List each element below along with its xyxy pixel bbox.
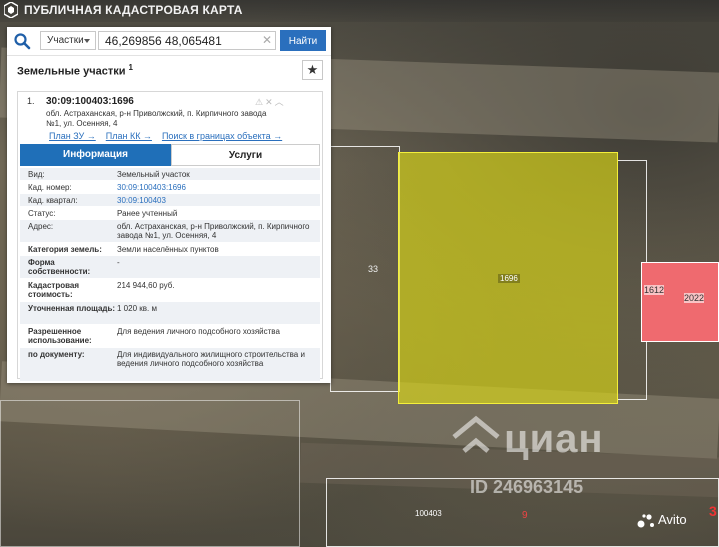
result-index: 1. [27, 96, 35, 106]
chevron-down-icon [84, 39, 90, 43]
close-icon[interactable]: ✕ [265, 97, 275, 107]
info-key: Уточненная площадь: [28, 304, 116, 313]
search-icon[interactable] [13, 32, 31, 50]
info-row: Разрешенное использование: Для ведения ли… [20, 325, 320, 348]
info-value[interactable]: 30:09:100403:1696 [117, 183, 317, 192]
cian-brand: циан [504, 417, 604, 461]
parcel-label: 1696 [498, 274, 520, 283]
info-key: Форма собственности: [28, 258, 91, 276]
result-actions: ⚠✕︿ [255, 95, 286, 108]
red-mark: 3 [709, 503, 717, 519]
info-key: Кад. номер: [28, 183, 72, 192]
star-icon: ★ [306, 62, 319, 77]
parcel-outline[interactable] [330, 146, 400, 392]
result-address: обл. Астраханская, р-н Приволжский, п. К… [46, 109, 267, 128]
result-cad-number[interactable]: 30:09:100403:1696 [46, 96, 134, 107]
cian-logo-icon [452, 415, 500, 453]
info-row: Вид: Земельный участок [20, 168, 320, 181]
section-count: 1 [128, 63, 133, 72]
app-header: ПУБЛИЧНАЯ КАДАСТРОВАЯ КАРТА [0, 0, 719, 22]
parcel-label: 33 [368, 264, 379, 274]
parcel-label: 2022 [684, 293, 705, 303]
info-key: Категория земель: [28, 245, 102, 254]
info-key: Статус: [28, 209, 56, 218]
avito-watermark: Avito [636, 511, 708, 529]
parcel-label: 1612 [644, 285, 665, 295]
info-value: - [117, 258, 120, 267]
cian-listing-id: ID 246963145 [470, 477, 584, 497]
section-title-text: Земельные участки [17, 65, 126, 78]
info-key: по документу: [28, 350, 85, 359]
info-row: Кад. квартал: 30:09:100403 [20, 194, 320, 207]
find-button[interactable]: Найти [280, 30, 326, 51]
avito-brand: Avito [658, 512, 687, 527]
search-type-select[interactable]: Участки [40, 31, 96, 50]
info-key: Вид: [28, 170, 45, 179]
info-key: Кадастровая стоимость: [28, 281, 80, 299]
parcel-label: 100403 [415, 509, 442, 518]
info-value: 214 944,60 руб. [117, 281, 175, 290]
info-row: Категория земель: Земли населённых пункто… [20, 243, 320, 256]
clear-icon[interactable]: ✕ [262, 33, 272, 47]
plan-kk-link[interactable]: План КК → [106, 131, 152, 141]
result-card: 1. 30:09:100403:1696 обл. Астраханская, … [17, 91, 323, 382]
info-key: Адрес: [28, 222, 54, 231]
info-value: Земельный участок [117, 170, 190, 179]
search-input[interactable] [98, 31, 276, 50]
favorite-button[interactable]: ★ [302, 60, 323, 80]
info-key: Разрешенное использование: [28, 327, 92, 345]
info-table: Вид: Земельный участок Кад. номер: 30:09:10… [20, 168, 320, 382]
parcel-label: 9 [522, 510, 528, 521]
info-value: Земли населённых пунктов [117, 245, 219, 254]
avito-logo-icon [637, 514, 654, 528]
info-row: Уточненная площадь: 1 020 кв. м [20, 302, 320, 325]
tab-information[interactable]: Информация [20, 144, 171, 166]
plan-zu-link[interactable]: План ЗУ → [49, 131, 96, 141]
result-tabs: Информация Услуги [20, 144, 320, 166]
chevron-up-icon[interactable]: ︿ [275, 97, 286, 107]
info-key: Кад. квартал: [28, 196, 78, 205]
info-row: Статус: Ранее учтенный [20, 207, 320, 220]
tab-services[interactable]: Услуги [171, 144, 320, 166]
info-row: по документу: Для индивидуального жилищно… [20, 348, 320, 382]
info-row: Кад. номер: 30:09:100403:1696 [20, 181, 320, 194]
search-panel: Участки ✕ Найти Земельные участки 1 ★ 1.… [7, 27, 331, 383]
info-value: 1 020 кв. м [117, 304, 157, 313]
neighbor-parcel[interactable]: 1612 2022 [641, 262, 719, 342]
info-value: Ранее учтенный [117, 209, 178, 218]
app-title: ПУБЛИЧНАЯ КАДАСТРОВАЯ КАРТА [24, 3, 243, 17]
info-value: обл. Астраханская, р-н Приволжский, п. К… [117, 222, 310, 240]
info-row: Адрес: обл. Астраханская, р-н Приволжский… [20, 220, 320, 243]
selected-parcel[interactable]: 1696 [398, 152, 618, 404]
search-in-bounds-link[interactable]: Поиск в границах объекта → [162, 131, 282, 141]
logo-icon [4, 2, 18, 18]
result-links: План ЗУ → План КК → Поиск в границах объек… [49, 131, 292, 141]
parcel-outline[interactable] [0, 400, 300, 547]
search-type-value: Участки [47, 35, 84, 46]
section-title: Земельные участки 1 [17, 63, 133, 78]
search-bar: Участки ✕ Найти [7, 27, 331, 56]
warning-icon[interactable]: ⚠ [255, 97, 265, 107]
info-row: Форма собственности: - [20, 256, 320, 279]
info-value[interactable]: 30:09:100403 [117, 196, 317, 205]
info-value: Для индивидуального жилищного строительс… [117, 350, 305, 368]
info-value: Для ведения личного подсобного хозяйства [117, 327, 280, 336]
info-row: Кадастровая стоимость: 214 944,60 руб. [20, 279, 320, 302]
